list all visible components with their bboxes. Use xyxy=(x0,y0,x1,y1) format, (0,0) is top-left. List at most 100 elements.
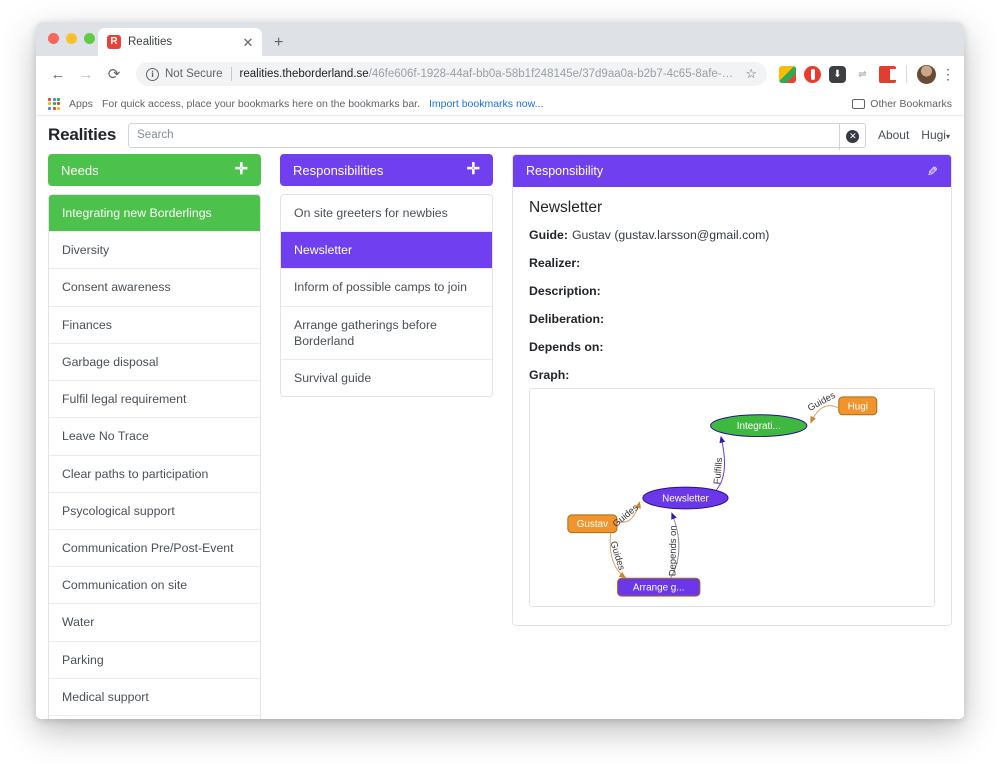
import-bookmarks-link[interactable]: Import bookmarks now... xyxy=(429,98,543,110)
adblock-icon[interactable] xyxy=(879,65,896,83)
app-brand[interactable]: Realities xyxy=(48,125,116,145)
close-icon: ✕ xyxy=(846,129,860,143)
detail-field: Deliberation: xyxy=(529,312,935,328)
graph-node[interactable]: Integrati... xyxy=(710,414,808,437)
graph-node[interactable]: Newsletter xyxy=(642,486,729,510)
url-path: /46fe606f-1928-44af-bb0a-58b1f248145e/37… xyxy=(368,68,740,80)
need-item[interactable]: Fulfil legal requirement xyxy=(49,381,260,419)
need-item[interactable]: Water xyxy=(49,604,260,642)
add-responsibility-button[interactable]: ✛ xyxy=(467,162,480,178)
browser-toolbar: ← → ⟳ i Not Secure realities.theborderla… xyxy=(36,56,964,92)
detail-field-label: Deliberation: xyxy=(529,311,605,326)
detail-panel-title: Responsibility xyxy=(526,164,604,178)
need-item[interactable]: Diversity xyxy=(49,232,260,270)
graph-node[interactable]: Arrange g... xyxy=(617,577,701,597)
responsibility-item[interactable]: Newsletter xyxy=(281,232,492,270)
browser-menu-icon[interactable]: ⋮ xyxy=(941,67,955,81)
browser-tab[interactable]: R Realities ✕ xyxy=(98,28,262,56)
apps-grid-icon[interactable] xyxy=(48,97,60,110)
graph-node-label: Newsletter xyxy=(662,493,709,504)
responsibilities-panel-title: Responsibilities xyxy=(293,162,384,178)
download-icon[interactable] xyxy=(829,65,846,83)
minimize-window-button[interactable] xyxy=(66,33,77,44)
address-bar[interactable]: i Not Secure realities.theborderland.se/… xyxy=(136,62,767,86)
need-item[interactable]: Psycological support xyxy=(49,493,260,530)
detail-field-label: Description: xyxy=(529,283,601,298)
bookmark-star-icon[interactable]: ☆ xyxy=(745,66,757,82)
folder-icon xyxy=(852,98,866,109)
apps-label[interactable]: Apps xyxy=(69,98,93,110)
graph-node-label: Gustav xyxy=(577,519,608,530)
need-item[interactable]: Integrating new Borderlings xyxy=(49,195,260,233)
tab-strip: R Realities ✕ + xyxy=(36,22,964,56)
graph-visualization[interactable]: Hugi Integrati... Newsletter Gustav Arrange … xyxy=(529,387,935,607)
needs-panel-header: Needs ✛ xyxy=(48,154,261,186)
need-item[interactable]: Communication Pre/Post-Event xyxy=(49,530,260,568)
user-label: Hugi xyxy=(921,128,946,142)
page-title: Newsletter xyxy=(529,199,603,216)
detail-field-label: Depends on: xyxy=(529,339,604,354)
detail-field: Guide: Gustav (gustav.larsson@gmail.com) xyxy=(529,228,935,244)
responsibility-item[interactable]: On site greeters for newbies xyxy=(281,195,492,233)
responsibilities-column: Responsibilities ✛ On site greeters for … xyxy=(280,154,493,719)
divider xyxy=(230,67,232,81)
graph-edge-label: Guides xyxy=(805,389,837,413)
new-tab-icon[interactable]: + xyxy=(274,35,283,51)
bookmarks-bar: Apps For quick access, place your bookma… xyxy=(36,92,964,116)
need-item[interactable]: Finances xyxy=(49,307,260,344)
back-icon[interactable]: ← xyxy=(45,61,71,87)
search-input[interactable] xyxy=(137,129,857,141)
clear-search-button[interactable]: ✕ xyxy=(838,122,866,150)
graph-label: Graph: xyxy=(529,367,570,382)
detail-field: Description: xyxy=(529,284,935,300)
need-item[interactable]: Communication on site xyxy=(49,567,260,605)
close-icon[interactable]: ✕ xyxy=(241,36,255,49)
detail-column: Responsibility ✎ Newsletter Guide: Gustav… xyxy=(512,154,952,719)
responsibility-item[interactable]: Arrange gatherings before Borderland xyxy=(281,307,492,361)
need-item[interactable]: Medical support xyxy=(49,679,260,717)
detail-field-label: Guide: xyxy=(529,228,568,242)
need-item[interactable]: Parking xyxy=(49,642,260,679)
user-menu[interactable]: Hugi▾ xyxy=(921,128,950,142)
need-item[interactable]: Managing noise pollution xyxy=(49,716,260,719)
edit-icon[interactable]: ✎ xyxy=(927,164,938,179)
pin-icon[interactable]: ⇌ xyxy=(854,66,871,83)
page-content: Realities ✕ About Hugi▾ Needs ✛ Integrat… xyxy=(36,116,964,719)
divider xyxy=(906,65,907,83)
needs-list: Integrating new Borderlings Diversity Cons… xyxy=(48,194,261,719)
graph-svg: Hugi Integrati... Newsletter Gustav Arrange … xyxy=(567,389,878,597)
graph-edge-label: Fulfills xyxy=(711,457,724,485)
about-link[interactable]: About xyxy=(878,128,909,142)
graph-node-label: Integrati... xyxy=(737,421,781,432)
close-window-button[interactable] xyxy=(48,33,59,44)
responsibility-item[interactable]: Inform of possible camps to join xyxy=(281,269,492,307)
need-item[interactable]: Clear paths to participation xyxy=(49,456,260,493)
opera-icon[interactable] xyxy=(804,65,821,83)
add-need-button[interactable]: ✛ xyxy=(235,162,248,178)
detail-body: Newsletter Guide: Gustav (gustav.larsson@… xyxy=(513,187,951,625)
detail-fields: Guide: Gustav (gustav.larsson@gmail.com) R… xyxy=(529,228,935,356)
avatar[interactable] xyxy=(917,64,936,84)
chevron-down-icon: ▾ xyxy=(945,132,950,141)
need-item[interactable]: Leave No Trace xyxy=(49,418,260,456)
forward-icon[interactable]: → xyxy=(73,61,99,87)
need-item[interactable]: Consent awareness xyxy=(49,269,260,307)
responsibility-detail-card: Responsibility ✎ Newsletter Guide: Gustav… xyxy=(512,154,952,626)
needs-panel-title: Needs xyxy=(61,162,99,178)
reload-icon[interactable]: ⟳ xyxy=(101,61,127,87)
other-bookmarks-label: Other Bookmarks xyxy=(870,97,952,110)
graph-node[interactable]: Gustav xyxy=(567,514,618,534)
responsibilities-panel-header: Responsibilities ✛ xyxy=(280,154,493,186)
need-item[interactable]: Garbage disposal xyxy=(49,344,260,382)
other-bookmarks-button[interactable]: Other Bookmarks xyxy=(852,98,952,110)
info-icon[interactable]: i xyxy=(146,67,159,81)
graph-node[interactable]: Hugi xyxy=(838,396,878,416)
security-status: Not Secure xyxy=(165,68,223,80)
columns-layout: Needs ✛ Integrating new Borderlings Diver… xyxy=(36,154,964,719)
search-field-wrapper: ✕ xyxy=(128,122,866,150)
responsibility-item[interactable]: Survival guide xyxy=(281,360,492,396)
maximize-window-button[interactable] xyxy=(84,33,95,44)
needs-column: Needs ✛ Integrating new Borderlings Diver… xyxy=(48,154,261,719)
extension-icon[interactable] xyxy=(779,65,796,83)
detail-panel-header: Responsibility ✎ xyxy=(513,155,951,187)
